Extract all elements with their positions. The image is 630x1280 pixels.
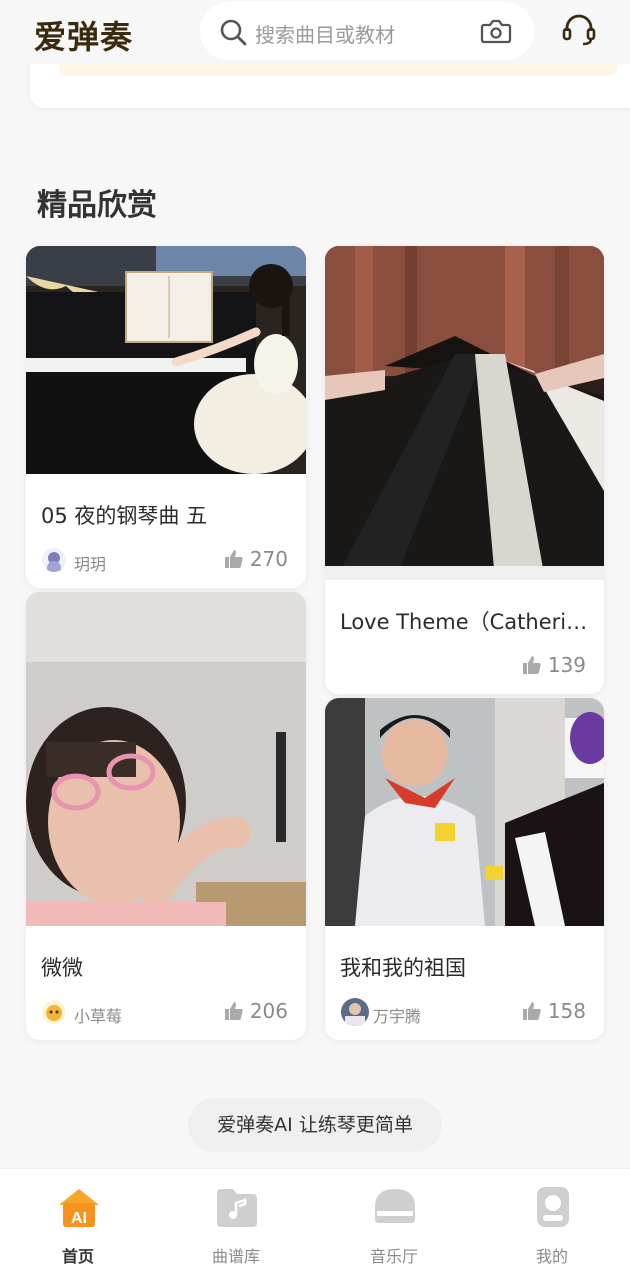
section-title: 精品欣赏 bbox=[37, 188, 157, 223]
like-count-value: 139 bbox=[547, 653, 586, 677]
app-header: 爱弹奏 搜索曲目或教材 bbox=[0, 0, 630, 64]
author-avatar[interactable] bbox=[42, 548, 66, 572]
like-count[interactable]: 206 bbox=[224, 999, 288, 1023]
app-logo: 爱弹奏 bbox=[34, 18, 134, 56]
like-count-value: 158 bbox=[547, 999, 586, 1023]
tab-label: 曲谱库 bbox=[211, 1247, 260, 1266]
piano-icon bbox=[375, 1189, 415, 1223]
like-count[interactable]: 139 bbox=[522, 653, 586, 677]
video-card[interactable]: Love Theme（Catherin... 139 bbox=[325, 246, 604, 694]
author-name: 小草莓 bbox=[74, 1007, 123, 1026]
tab-score-library[interactable]: 曲谱库 bbox=[176, 1169, 296, 1280]
video-thumbnail bbox=[26, 246, 306, 474]
tab-home[interactable]: AI 首页 bbox=[18, 1169, 138, 1280]
tab-label: 首页 bbox=[61, 1247, 94, 1266]
like-count-value: 270 bbox=[249, 547, 288, 571]
thumbs-up-icon bbox=[224, 1002, 243, 1020]
thumbs-up-icon bbox=[522, 1002, 541, 1020]
tab-concert-hall[interactable]: 音乐厅 bbox=[334, 1169, 454, 1280]
video-card[interactable]: 微微 小草莓 206 bbox=[26, 592, 306, 1040]
profile-icon bbox=[537, 1187, 569, 1227]
author-avatar[interactable] bbox=[42, 1000, 66, 1024]
card-title: 微微 bbox=[41, 956, 83, 980]
home-ai-icon: AI bbox=[59, 1189, 99, 1227]
author-name: 玥玥 bbox=[74, 555, 107, 574]
like-count[interactable]: 270 bbox=[224, 547, 288, 571]
svg-text:AI: AI bbox=[71, 1210, 87, 1227]
card-title: 我和我的祖国 bbox=[340, 956, 466, 980]
card-title: Love Theme（Catherin... bbox=[340, 610, 592, 634]
video-card[interactable]: 05 夜的钢琴曲 五 玥玥 270 bbox=[26, 246, 306, 588]
tab-label: 音乐厅 bbox=[369, 1247, 418, 1266]
camera-icon[interactable] bbox=[480, 16, 512, 46]
author-name: 万宇腾 bbox=[373, 1007, 422, 1026]
search-placeholder: 搜索曲目或教材 bbox=[255, 23, 395, 47]
like-count[interactable]: 158 bbox=[522, 999, 586, 1023]
thumbs-up-icon bbox=[224, 550, 243, 568]
thumbs-up-icon bbox=[522, 656, 541, 674]
search-bar[interactable]: 搜索曲目或教材 bbox=[200, 2, 534, 60]
music-folder-icon bbox=[217, 1189, 257, 1227]
search-icon bbox=[220, 19, 247, 46]
video-thumbnail bbox=[325, 698, 604, 926]
video-thumbnail bbox=[26, 592, 306, 926]
video-card[interactable]: 我和我的祖国 万宇腾 158 bbox=[325, 698, 604, 1040]
bottom-tab-bar: AI 首页 曲谱库 音乐厅 我的 bbox=[0, 1168, 630, 1280]
customer-service-icon[interactable] bbox=[560, 11, 598, 49]
like-count-value: 206 bbox=[249, 999, 288, 1023]
banner-strip bbox=[58, 64, 618, 76]
card-title: 05 夜的钢琴曲 五 bbox=[41, 504, 208, 528]
author-avatar[interactable] bbox=[341, 998, 369, 1026]
video-thumbnail bbox=[325, 246, 604, 580]
tab-profile[interactable]: 我的 bbox=[492, 1169, 612, 1280]
tab-label: 我的 bbox=[535, 1247, 568, 1266]
promo-pill[interactable]: 爱弹奏AI 让练琴更简单 bbox=[188, 1098, 442, 1152]
